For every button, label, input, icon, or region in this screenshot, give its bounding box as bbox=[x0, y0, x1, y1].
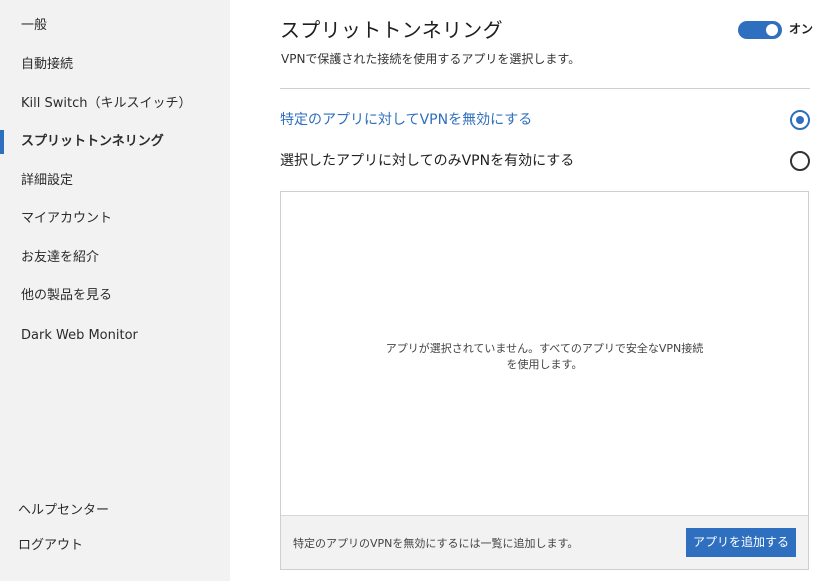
panel-footer: 特定のアプリのVPNを無効にするには一覧に追加します。 アプリを追加する bbox=[281, 515, 808, 569]
option-enable-vpn-only-for-apps[interactable]: 選択したアプリに対してのみVPNを有効にする bbox=[280, 148, 810, 174]
sidebar: 一般 自動接続 Kill Switch（キルスイッチ） スプリットトンネリング … bbox=[0, 0, 230, 581]
radio-button-unchecked[interactable] bbox=[790, 151, 810, 171]
sidebar-item-logout[interactable]: ログアウト bbox=[0, 528, 230, 564]
empty-state-line-1: アプリが選択されていません。すべてのアプリで安全なVPN接続 bbox=[385, 342, 704, 355]
sidebar-item-advanced[interactable]: 詳細設定 bbox=[0, 163, 230, 199]
page-title: スプリットトンネリング bbox=[280, 18, 503, 42]
add-app-button[interactable]: アプリを追加する bbox=[686, 528, 796, 557]
sidebar-item-auto-connect[interactable]: 自動接続 bbox=[0, 47, 230, 83]
option-label: 選択したアプリに対してのみVPNを有効にする bbox=[280, 153, 575, 169]
empty-state-line-2: を使用します。 bbox=[506, 358, 583, 371]
option-label: 特定のアプリに対してVPNを無効にする bbox=[280, 112, 533, 128]
sidebar-item-other-products[interactable]: 他の製品を見る bbox=[0, 278, 230, 314]
footer-hint: 特定のアプリのVPNを無効にするには一覧に追加します。 bbox=[293, 537, 579, 550]
sidebar-item-my-account[interactable]: マイアカウント bbox=[0, 201, 230, 237]
toggle-knob bbox=[766, 24, 778, 36]
sidebar-item-general[interactable]: 一般 bbox=[0, 8, 230, 44]
app-list-panel: アプリが選択されていません。すべてのアプリで安全なVPN接続 を使用します。 特… bbox=[280, 191, 809, 570]
radio-button-checked[interactable] bbox=[790, 110, 810, 130]
option-disable-vpn-for-apps[interactable]: 特定のアプリに対してVPNを無効にする bbox=[280, 107, 810, 133]
split-tunneling-toggle[interactable] bbox=[738, 21, 782, 39]
divider bbox=[280, 88, 810, 89]
page-subtitle: VPNで保護された接続を使用するアプリを選択します。 bbox=[281, 52, 581, 66]
sidebar-item-help-center[interactable]: ヘルプセンター bbox=[0, 493, 230, 529]
empty-state-message: アプリが選択されていません。すべてのアプリで安全なVPN接続 を使用します。 bbox=[281, 341, 808, 373]
toggle-state-label: オン bbox=[789, 22, 814, 36]
sidebar-item-kill-switch[interactable]: Kill Switch（キルスイッチ） bbox=[0, 86, 230, 122]
sidebar-item-refer-friend[interactable]: お友達を紹介 bbox=[0, 240, 230, 276]
sidebar-item-split-tunneling[interactable]: スプリットトンネリング bbox=[0, 124, 230, 160]
sidebar-item-dark-web-monitor[interactable]: Dark Web Monitor bbox=[0, 318, 230, 354]
